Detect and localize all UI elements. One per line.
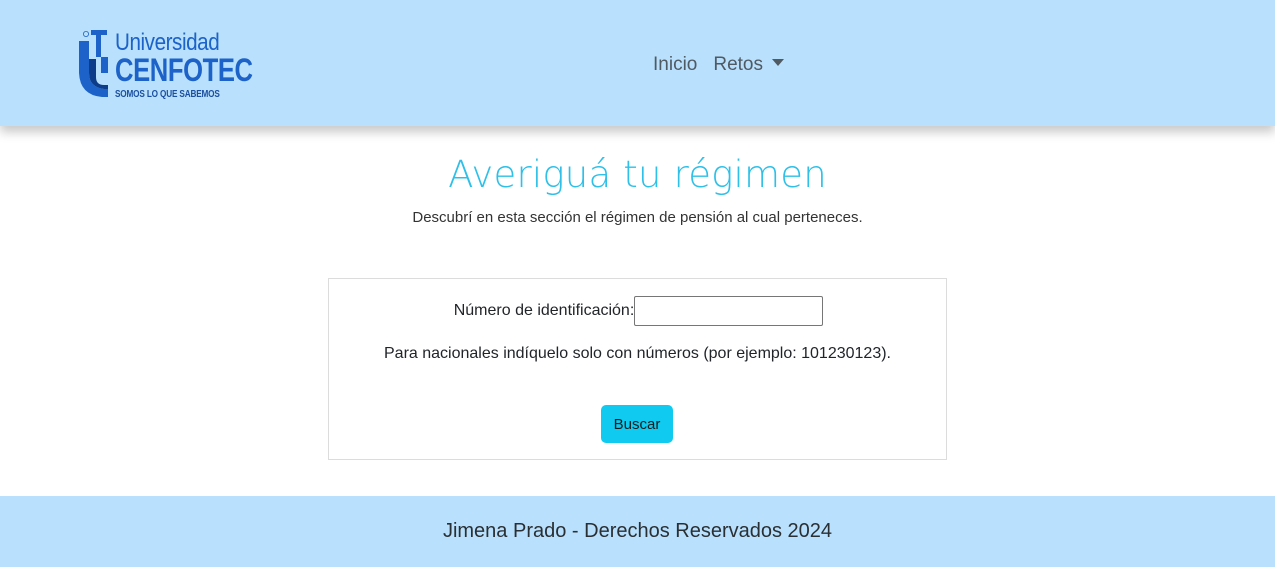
footer-copyright: Jimena Prado - Derechos Reservados 2024 xyxy=(442,520,833,542)
page-title: Averiguá tu régimen xyxy=(448,153,827,196)
id-format-hint: Para nacionales indíquelo solo con númer… xyxy=(384,345,891,362)
search-button[interactable]: Buscar xyxy=(601,405,673,443)
nav-dropdown-retos[interactable]: Retos xyxy=(705,54,792,76)
caret-down-icon xyxy=(772,59,784,66)
logo-line-cenfotec: CENFOTEC xyxy=(115,52,253,88)
university-logo[interactable]: Universidad CENFOTEC SOMOS LO QUE SABEMO… xyxy=(78,29,253,100)
nav-dropdown-retos-label: Retos xyxy=(713,54,763,75)
page-subtitle: Descubrí en esta sección el régimen de p… xyxy=(412,209,863,226)
footer: Jimena Prado - Derechos Reservados 2024 xyxy=(0,496,1275,567)
main-nav: Inicio Retos xyxy=(645,52,792,78)
search-form-card: Número de identificación: Para nacionale… xyxy=(328,278,947,460)
navbar: Universidad CENFOTEC SOMOS LO QUE SABEMO… xyxy=(0,0,1275,126)
id-field-label: Número de identificación: xyxy=(453,301,635,319)
nav-link-inicio[interactable]: Inicio xyxy=(645,54,705,76)
logo-tagline: SOMOS LO QUE SABEMOS xyxy=(115,89,220,100)
id-field-row: Número de identificación: xyxy=(329,295,946,326)
id-number-input[interactable] xyxy=(634,295,824,326)
cenfotec-emblem-icon xyxy=(79,30,108,97)
